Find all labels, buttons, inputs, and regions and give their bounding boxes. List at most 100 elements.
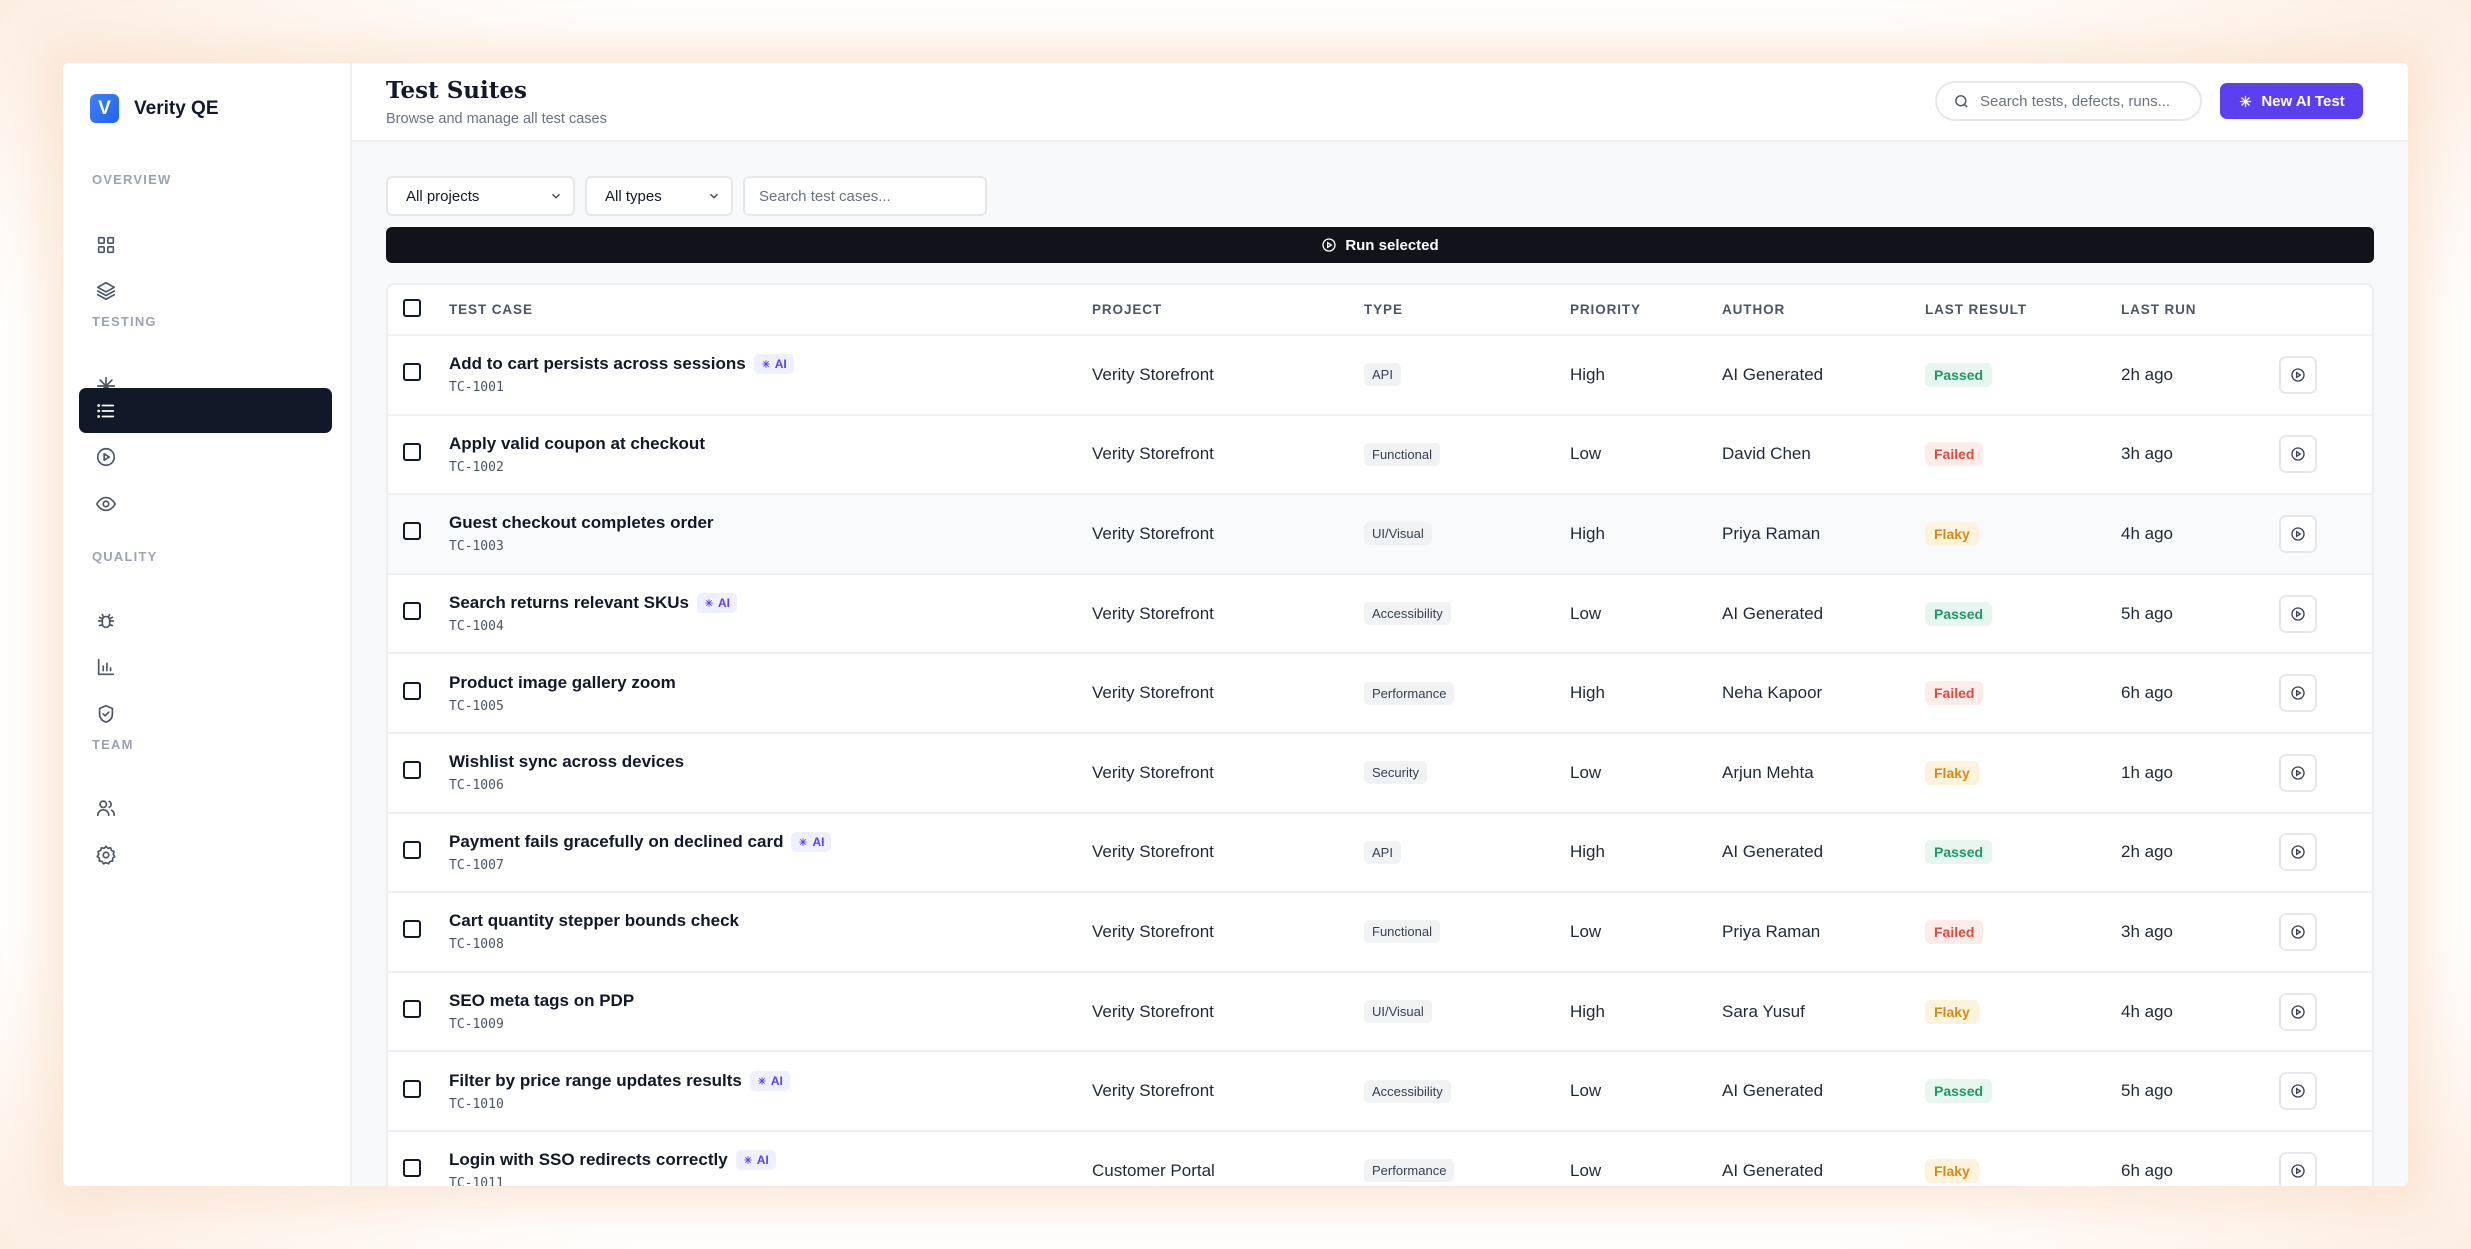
author-cell: Priya Raman: [1722, 921, 1821, 941]
project-select-value: All projects: [406, 187, 480, 205]
column-header-project[interactable]: PROJECT: [1092, 285, 1364, 336]
row-checkbox[interactable]: [403, 1159, 421, 1178]
row-checkbox[interactable]: [403, 1000, 421, 1019]
row-checkbox[interactable]: [403, 920, 421, 939]
author-cell: AI Generated: [1722, 842, 1824, 862]
sidebar-item-projects[interactable]: [79, 268, 332, 313]
table-row[interactable]: Product image gallery zoom TC-1005 Verity …: [388, 653, 2372, 733]
row-checkbox[interactable]: [403, 602, 421, 621]
ai-tag-label: AI: [718, 596, 730, 611]
test-case-name[interactable]: Cart quantity stepper bounds check: [449, 911, 739, 931]
run-test-button[interactable]: [2279, 594, 2317, 633]
run-test-button[interactable]: [2279, 514, 2317, 553]
sidebar-item-test-suites[interactable]: [79, 388, 332, 433]
brand[interactable]: V Verity QE: [90, 94, 219, 123]
type-select[interactable]: All types: [585, 176, 733, 216]
table-row[interactable]: Payment fails gracefully on declined car…: [388, 813, 2372, 893]
run-test-button[interactable]: [2279, 1072, 2317, 1111]
section-label-quality: QUALITY: [92, 549, 158, 564]
type-badge: Performance: [1364, 1159, 1455, 1183]
row-checkbox[interactable]: [403, 1079, 421, 1098]
test-case-search-input[interactable]: [743, 176, 987, 216]
priority-cell: High: [1570, 364, 1605, 384]
test-case-name[interactable]: Add to cart persists across sessions: [449, 354, 746, 374]
type-select-value: All types: [605, 187, 662, 205]
row-checkbox[interactable]: [403, 522, 421, 541]
table-row[interactable]: SEO meta tags on PDP TC-1009 Verity Storef…: [388, 972, 2372, 1052]
priority-cell: Low: [1570, 762, 1602, 782]
author-cell: David Chen: [1722, 444, 1811, 464]
table-row[interactable]: Wishlist sync across devices TC-1006 Verit…: [388, 733, 2372, 813]
sidebar-item-settings[interactable]: [79, 832, 332, 877]
column-header-test-case[interactable]: TEST CASE: [449, 285, 1092, 336]
sparkle-icon: [799, 838, 808, 846]
run-test-button[interactable]: [2279, 912, 2317, 951]
test-case-name[interactable]: Search returns relevant SKUs: [449, 593, 689, 613]
table-row[interactable]: Search returns relevant SKUs AI TC-1004 Ver…: [388, 574, 2372, 654]
author-cell: Neha Kapoor: [1722, 683, 1823, 703]
status-badge: Failed: [1925, 442, 1984, 467]
search-icon: [1955, 94, 1968, 108]
table-row[interactable]: Filter by price range updates results AI T…: [388, 1051, 2372, 1131]
global-search[interactable]: Search tests, defects, runs...: [1935, 81, 2202, 121]
sidebar-item-test-runs[interactable]: [79, 434, 332, 479]
test-case-name[interactable]: Apply valid coupon at checkout: [449, 434, 705, 454]
test-case-name[interactable]: SEO meta tags on PDP: [449, 991, 634, 1011]
table-row[interactable]: Login with SSO redirects correctly AI TC-1…: [388, 1131, 2372, 1186]
run-test-button[interactable]: [2279, 435, 2317, 474]
row-checkbox[interactable]: [403, 681, 421, 700]
test-case-id: TC-1007: [449, 857, 504, 873]
row-checkbox[interactable]: [403, 442, 421, 461]
column-header-last-run[interactable]: LAST RUN: [2121, 285, 2279, 336]
sidebar-item-coverage[interactable]: [79, 691, 332, 736]
run-test-button[interactable]: [2279, 992, 2317, 1031]
sidebar-item-analytics[interactable]: [79, 644, 332, 689]
run-test-button[interactable]: [2279, 355, 2317, 394]
run-test-button[interactable]: [2279, 833, 2317, 872]
run-test-button[interactable]: [2279, 1151, 2317, 1186]
table-row[interactable]: Add to cart persists across sessions AI TC…: [388, 335, 2372, 415]
row-checkbox[interactable]: [403, 363, 421, 382]
sidebar-item-members[interactable]: [79, 785, 332, 830]
type-badge: UI/Visual: [1364, 1000, 1432, 1024]
author-cell: AI Generated: [1722, 1160, 1824, 1180]
sidebar-item-defects[interactable]: [79, 598, 332, 643]
last-run-cell: 3h ago: [2121, 921, 2173, 941]
new-ai-test-button[interactable]: New AI Test: [2220, 83, 2363, 119]
priority-cell: High: [1570, 1001, 1605, 1021]
bar-chart-icon: [97, 658, 115, 675]
run-test-button[interactable]: [2279, 674, 2317, 713]
sidebar-item-dashboard[interactable]: [79, 222, 332, 267]
test-case-name[interactable]: Filter by price range updates results: [449, 1071, 742, 1091]
row-checkbox[interactable]: [403, 840, 421, 859]
sparkle-icon: [761, 360, 770, 369]
eye-icon: [96, 496, 116, 511]
row-checkbox[interactable]: [403, 761, 421, 780]
test-case-id: TC-1002: [449, 459, 504, 475]
test-case-id: TC-1009: [449, 1017, 504, 1033]
play-circle-icon: [2291, 368, 2305, 382]
table-row[interactable]: Apply valid coupon at checkout TC-1002 Ver…: [388, 415, 2372, 495]
test-case-name[interactable]: Payment fails gracefully on declined car…: [449, 832, 783, 852]
column-header-last-result[interactable]: LAST RESULT: [1925, 285, 2121, 336]
table-row[interactable]: Guest checkout completes order TC-1003 Ver…: [388, 494, 2372, 574]
table-row[interactable]: Cart quantity stepper bounds check TC-100…: [388, 892, 2372, 972]
test-case-name[interactable]: Login with SSO redirects correctly: [449, 1150, 728, 1170]
project-select[interactable]: All projects: [386, 176, 575, 216]
column-header-author[interactable]: AUTHOR: [1722, 285, 1925, 336]
sidebar-item-visual[interactable]: [79, 481, 332, 526]
last-run-cell: 3h ago: [2121, 444, 2173, 464]
author-cell: Sara Yusuf: [1722, 1001, 1805, 1021]
run-test-button[interactable]: [2279, 753, 2317, 792]
select-all-checkbox[interactable]: [403, 299, 421, 317]
run-selected-label: Run selected: [1345, 236, 1439, 254]
test-case-name[interactable]: Wishlist sync across devices: [449, 752, 684, 772]
last-run-cell: 2h ago: [2121, 364, 2173, 384]
column-header-type[interactable]: TYPE: [1364, 285, 1570, 336]
run-selected-button[interactable]: Run selected: [386, 227, 2374, 263]
last-run-cell: 1h ago: [2121, 762, 2173, 782]
column-header-priority[interactable]: PRIORITY: [1570, 285, 1722, 336]
test-case-name[interactable]: Guest checkout completes order: [449, 513, 714, 533]
last-run-cell: 6h ago: [2121, 683, 2173, 703]
test-case-name[interactable]: Product image gallery zoom: [449, 673, 676, 693]
